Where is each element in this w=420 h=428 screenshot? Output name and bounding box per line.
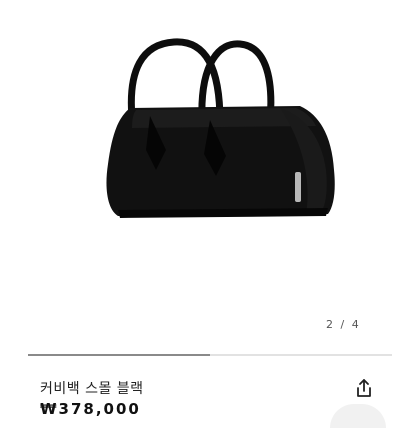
image-pager: 2 / 4 [326, 318, 361, 331]
product-price: ₩378,000 [40, 400, 141, 418]
floating-button-edge [330, 404, 386, 428]
gallery-progress-fill [28, 354, 210, 356]
gallery-progress-bar [28, 354, 392, 356]
share-icon [357, 379, 371, 397]
product-image [106, 38, 335, 218]
product-name: 커비백 스몰 블랙 [40, 381, 144, 397]
share-button[interactable] [350, 374, 378, 402]
product-image-gallery[interactable]: 2 / 4 [0, 0, 420, 350]
